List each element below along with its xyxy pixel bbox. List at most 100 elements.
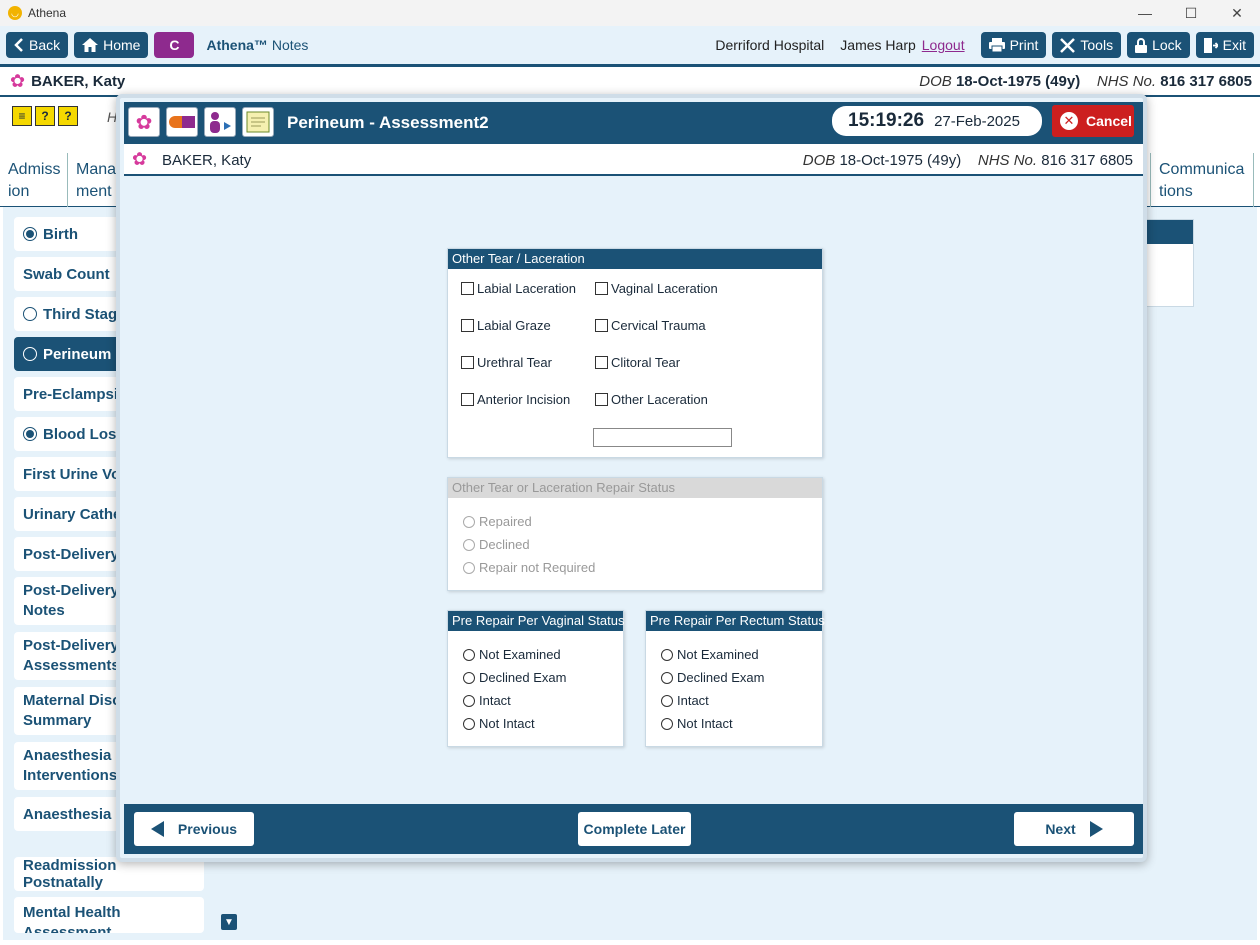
rectum-not-examined-radio[interactable]: Not Examined xyxy=(661,647,759,662)
labial-laceration-checkbox[interactable]: Labial Laceration xyxy=(461,281,576,296)
anterior-incision-checkbox[interactable]: Anterior Incision xyxy=(461,392,570,407)
help-icon[interactable]: ? xyxy=(35,106,55,126)
sidebar-item-readmission-postnatally[interactable]: Readmission Postnatally xyxy=(14,857,204,891)
patient-name: BAKER, Katy xyxy=(31,72,126,90)
other-tear-heading: Other Tear / Laceration xyxy=(448,249,822,269)
notes-icon[interactable] xyxy=(242,107,274,137)
maximize-window-button[interactable]: ☐ xyxy=(1168,0,1214,26)
scroll-down-button[interactable]: ▼ xyxy=(221,914,237,930)
sidebar-item-label: Swab Count xyxy=(23,265,110,283)
status-radio-icon xyxy=(23,347,37,361)
sidebar-item-label: Readmission Postnatally xyxy=(23,857,117,891)
chevron-left-icon xyxy=(14,38,23,52)
previous-button[interactable]: Previous xyxy=(134,812,254,846)
labial-graze-checkbox[interactable]: Labial Graze xyxy=(461,318,551,333)
sidebar-item-label: Third Stage xyxy=(43,305,126,323)
perineum-assessment-dialog: ✿ Perineum - Assessment2 15:19:26 27-Feb… xyxy=(116,94,1147,862)
repair-not-required-radio[interactable]: Repair not Required xyxy=(463,560,595,575)
nhs-label: NHS No. xyxy=(1096,73,1157,90)
print-button-label: Print xyxy=(1009,37,1039,53)
minimize-window-button[interactable]: — xyxy=(1122,0,1168,26)
arrow-right-icon xyxy=(1089,821,1103,837)
urethral-tear-checkbox[interactable]: Urethral Tear xyxy=(461,355,552,370)
rectum-status-heading: Pre Repair Per Rectum Status xyxy=(646,611,825,631)
help-icon[interactable]: ? xyxy=(58,106,78,126)
user-name: James Harp xyxy=(840,37,916,53)
exit-button[interactable]: Exit xyxy=(1195,32,1254,58)
lock-button[interactable]: Lock xyxy=(1127,32,1190,58)
patient-identifiers: DOB 18-Oct-1975 (49y) NHS No. 816 317 68… xyxy=(919,73,1252,90)
flower-icon[interactable]: ✿ xyxy=(128,107,160,137)
vaginal-not-examined-radio[interactable]: Not Examined xyxy=(463,647,561,662)
home-icon xyxy=(82,38,99,52)
repair-status-heading: Other Tear or Laceration Repair Status xyxy=(448,478,822,498)
dialog-patient-banner: ✿ BAKER, Katy DOB 18-Oct-1975 (49y) NHS … xyxy=(124,144,1143,176)
sidebar-item-label: Pre-Eclampsia xyxy=(23,385,127,403)
medication-capsule-icon[interactable] xyxy=(166,107,198,137)
window-titlebar: ◡ Athena — ☐ ✕ xyxy=(0,0,1260,26)
arrow-left-icon xyxy=(150,821,164,837)
lock-button-label: Lock xyxy=(1152,37,1182,53)
brand-suffix: Notes xyxy=(271,37,309,53)
hospital-name: Derriford Hospital xyxy=(715,37,825,53)
patient-name: BAKER, Katy xyxy=(162,152,252,169)
tools-button[interactable]: Tools xyxy=(1052,32,1122,58)
close-circle-icon: ✕ xyxy=(1060,112,1078,130)
vaginal-declined-exam-radio[interactable]: Declined Exam xyxy=(463,670,566,685)
sidebar-item-label: Post-Delivery Notes xyxy=(23,582,119,619)
next-button-label: Next xyxy=(1045,821,1076,837)
app-brand: Athena™ Notes xyxy=(206,37,308,53)
notes-alert-icon[interactable]: ≡ xyxy=(12,106,32,126)
clitoral-tear-checkbox[interactable]: Clitoral Tear xyxy=(595,355,680,370)
alert-icons: ≡ ? ? xyxy=(12,106,81,126)
other-tear-laceration-card: Other Tear / Laceration Labial Laceratio… xyxy=(447,248,823,458)
status-radio-icon xyxy=(23,427,37,441)
c-button[interactable]: C xyxy=(154,32,195,58)
other-laceration-checkbox[interactable]: Other Laceration xyxy=(595,392,708,407)
other-laceration-text-field[interactable] xyxy=(593,428,732,447)
tab-admission[interactable]: Admiss ion xyxy=(0,153,68,207)
cervical-trauma-checkbox[interactable]: Cervical Trauma xyxy=(595,318,706,333)
sidebar-item-label: Anaesthesia Interventions xyxy=(23,747,118,784)
repaired-radio[interactable]: Repaired xyxy=(463,514,532,529)
sidebar-item-label: Post-Delivery xyxy=(23,545,119,563)
sidebar-item-mental-health-assessment[interactable]: Mental Health Assessment xyxy=(14,897,204,933)
status-radio-icon xyxy=(23,227,37,241)
vaginal-not-intact-radio[interactable]: Not Intact xyxy=(463,716,535,731)
declined-radio[interactable]: Declined xyxy=(463,537,530,552)
close-window-button[interactable]: ✕ xyxy=(1214,0,1260,26)
tab-management[interactable]: Mana ment xyxy=(68,153,118,207)
person-arrow-icon[interactable] xyxy=(204,107,236,137)
tab-communications[interactable]: Communica tions xyxy=(1150,153,1254,207)
home-button[interactable]: Home xyxy=(74,32,149,58)
rectum-declined-exam-radio[interactable]: Declined Exam xyxy=(661,670,764,685)
datetime-field[interactable]: 15:19:26 27-Feb-2025 xyxy=(832,106,1042,136)
dialog-header: ✿ Perineum - Assessment2 15:19:26 27-Feb… xyxy=(124,102,1143,144)
vaginal-intact-radio[interactable]: Intact xyxy=(463,693,511,708)
dialog-footer: Previous Complete Later Next xyxy=(124,804,1143,854)
home-button-label: Home xyxy=(103,37,141,53)
logout-link[interactable]: Logout xyxy=(922,37,965,53)
rectum-intact-radio[interactable]: Intact xyxy=(661,693,709,708)
sidebar-item-label: Mental Health Assessment xyxy=(23,904,121,933)
repair-status-card: Other Tear or Laceration Repair Status R… xyxy=(447,477,823,591)
dob-value: 18-Oct-1975 (49y) xyxy=(839,152,962,169)
sidebar-item-label: Birth xyxy=(43,225,78,243)
flower-icon: ✿ xyxy=(132,149,148,169)
print-button[interactable]: Print xyxy=(980,32,1047,58)
cancel-button[interactable]: ✕ Cancel xyxy=(1052,105,1134,137)
vaginal-status-card: Pre Repair Per Vaginal Status Not Examin… xyxy=(447,610,624,747)
printer-icon xyxy=(988,38,1005,52)
dob-label: DOB xyxy=(919,73,952,90)
back-button[interactable]: Back xyxy=(6,32,69,58)
back-button-label: Back xyxy=(29,37,61,53)
exit-button-label: Exit xyxy=(1222,37,1246,53)
status-radio-icon xyxy=(23,307,37,321)
next-button[interactable]: Next xyxy=(1014,812,1134,846)
vaginal-laceration-checkbox[interactable]: Vaginal Laceration xyxy=(595,281,718,296)
complete-later-button[interactable]: Complete Later xyxy=(578,812,691,846)
rectum-not-intact-radio[interactable]: Not Intact xyxy=(661,716,733,731)
window-title: Athena xyxy=(28,6,67,20)
cancel-button-label: Cancel xyxy=(1086,113,1132,129)
sidebar-item-label: Blood Loss xyxy=(43,425,125,443)
